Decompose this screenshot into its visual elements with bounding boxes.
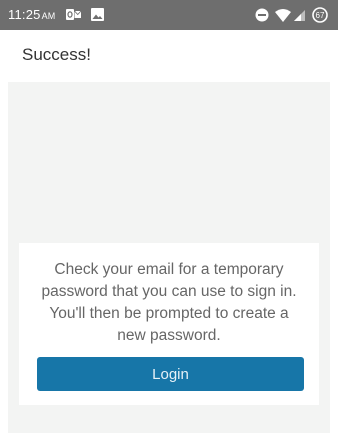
- login-button[interactable]: Login: [37, 357, 304, 391]
- image-icon: [91, 8, 104, 21]
- status-time-ampm: AM: [41, 11, 56, 21]
- outlook-icon: [66, 9, 81, 20]
- card-message: Check your email for a temporary passwor…: [41, 261, 297, 344]
- battery-icon: 67: [312, 7, 328, 23]
- do-not-disturb-icon: [255, 8, 269, 22]
- page-title: Success!: [22, 45, 91, 64]
- svg-text:67: 67: [316, 11, 325, 20]
- top-bar: Success!: [0, 30, 338, 82]
- status-time: 11:25AM: [8, 7, 55, 22]
- status-time-value: 11:25: [8, 7, 41, 22]
- message-card: Check your email for a temporary passwor…: [19, 243, 319, 405]
- signal-icon: [294, 10, 305, 21]
- status-bar: 11:25AM 67: [0, 0, 338, 30]
- wifi-icon: [275, 9, 291, 22]
